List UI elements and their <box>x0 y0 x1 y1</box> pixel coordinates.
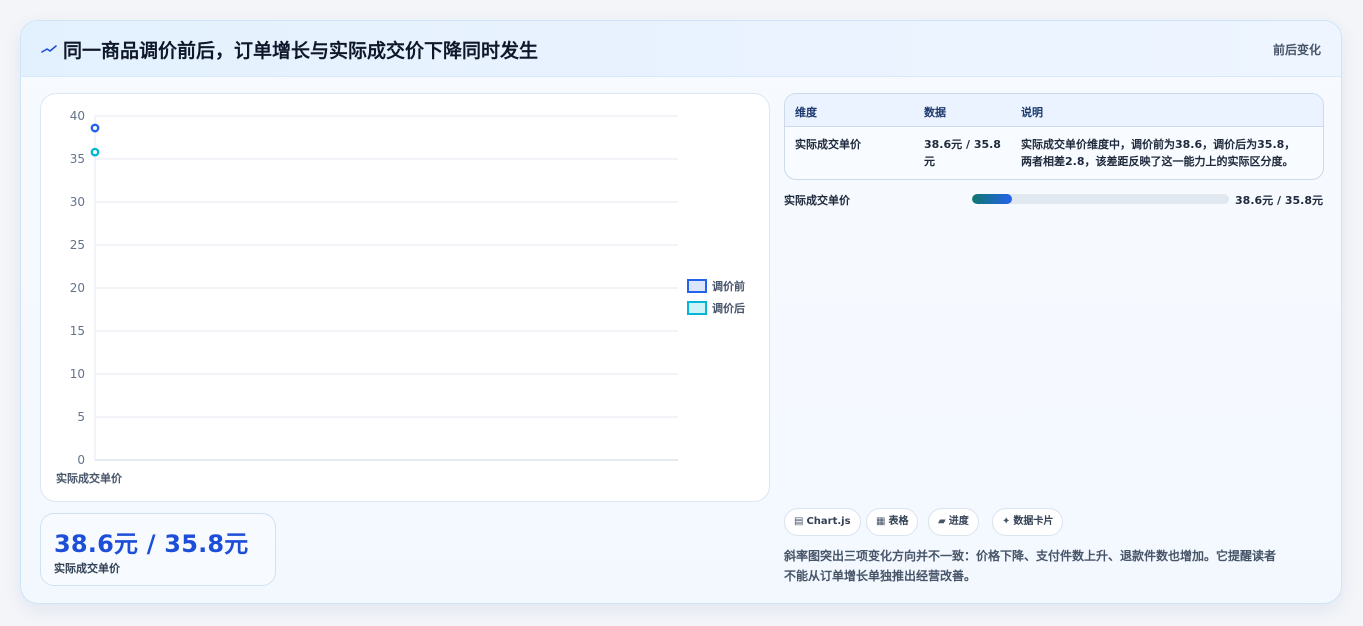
data-table: 维度 数据 说明 实际成交单价 38.6元 / 35.8 元 实际成交单价维度中… <box>784 93 1324 180</box>
kpi-card: 38.6元 / 35.8元 实际成交单价 <box>40 513 276 586</box>
legend-label: 调价前 <box>712 279 745 293</box>
chip-chartjs[interactable]: ▤ Chart.js <box>784 508 861 536</box>
scatter-chart: 0 5 10 15 20 25 30 35 40 实际成交单价 调价前调价后 <box>56 109 745 485</box>
y-tick-label: 30 <box>70 195 85 209</box>
y-tick-label: 5 <box>77 410 85 424</box>
y-tick-label: 0 <box>77 453 85 467</box>
card-tag: 前后变化 <box>1272 43 1321 57</box>
progress-bar <box>972 194 1229 204</box>
description-line2: 不能从订单增长单独推出经营改善。 <box>784 569 977 583</box>
y-tick-label: 25 <box>70 238 85 252</box>
chip-label: 进度 <box>948 516 969 527</box>
kpi-value: 38.6元 / 35.8元 <box>54 530 249 558</box>
chart-icon: ▤ <box>794 516 804 527</box>
cell-note: 实际成交单价维度中，调价前为38.6，调价后为35.8， 两者相差2.8，该差距… <box>1021 136 1295 170</box>
sparkle-icon: ✦ <box>1002 516 1011 527</box>
cell-data: 38.6元 / 35.8 元 <box>924 136 1001 170</box>
y-tick-label: 15 <box>70 324 85 338</box>
cell-dimension: 实际成交单价 <box>795 138 861 151</box>
progress-icon: ▰ <box>938 516 946 527</box>
data-point <box>90 147 100 157</box>
legend-swatch <box>687 279 707 293</box>
chart-panel: 0 5 10 15 20 25 30 35 40 实际成交单价 调价前调价后 <box>40 93 770 502</box>
table-icon: ▦ <box>876 516 886 527</box>
description-line1: 斜率图突出三项变化方向并不一致：价格下降、支付件数上升、退款件数也增加。它提醒读… <box>784 549 1277 563</box>
chip-label: 表格 <box>888 516 909 527</box>
chip-label: Chart.js <box>806 516 851 527</box>
progress-fill <box>972 194 1012 204</box>
cell-data-line2: 元 <box>924 155 935 168</box>
chip-data-card[interactable]: ✦ 数据卡片 <box>992 508 1064 536</box>
y-tick-label: 35 <box>70 152 85 166</box>
data-point <box>90 123 100 133</box>
description: 斜率图突出三项变化方向并不一致：价格下降、支付件数上升、退款件数也增加。它提醒读… <box>784 546 1324 586</box>
cell-note-line1: 实际成交单价维度中，调价前为38.6，调价后为35.8， <box>1021 138 1296 151</box>
x-tick-label: 实际成交单价 <box>56 471 123 485</box>
y-tick-label: 20 <box>70 281 85 295</box>
chip-label: 数据卡片 <box>1013 516 1054 527</box>
legend-label: 调价后 <box>712 301 745 315</box>
insight-card: 同一商品调价前后，订单增长与实际成交价下降同时发生 前后变化 0 5 10 15 20 2… <box>20 20 1342 604</box>
chip-progress[interactable]: ▰ 进度 <box>928 508 979 536</box>
table-header-row: 维度 数据 说明 <box>785 94 1323 127</box>
trend-line-icon <box>41 45 57 53</box>
kpi-label: 实际成交单价 <box>54 562 120 575</box>
column-header-data: 数据 <box>924 106 946 119</box>
y-tick-label: 40 <box>70 109 85 123</box>
cell-note-line2: 两者相差2.8，该差距反映了这一能力上的实际区分度。 <box>1021 155 1294 168</box>
cell-data-line1: 38.6元 / 35.8 <box>924 138 1001 151</box>
column-header-dimension: 维度 <box>795 106 817 119</box>
column-header-note: 说明 <box>1021 106 1043 119</box>
legend-swatch <box>687 301 707 315</box>
card-title: 同一商品调价前后，订单增长与实际成交价下降同时发生 <box>63 40 539 62</box>
y-tick-label: 10 <box>70 367 85 381</box>
card-header: 同一商品调价前后，订单增长与实际成交价下降同时发生 前后变化 <box>21 21 1341 77</box>
chip-table[interactable]: ▦ 表格 <box>866 508 919 536</box>
progress-value: 38.6元 / 35.8元 <box>1235 194 1323 207</box>
progress-label: 实际成交单价 <box>784 194 850 207</box>
